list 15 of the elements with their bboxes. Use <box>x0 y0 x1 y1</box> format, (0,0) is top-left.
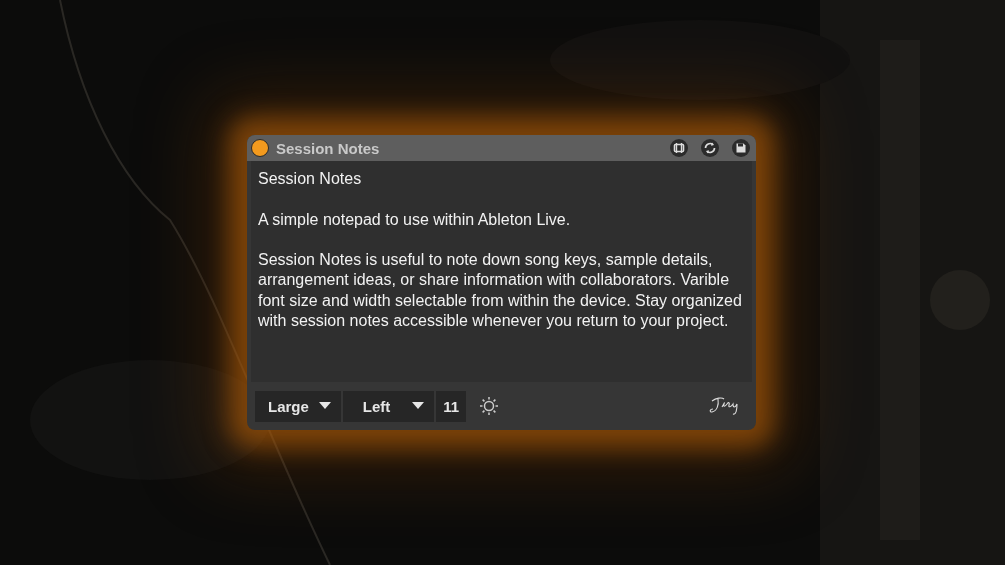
note-paragraph: Session Notes is useful to note down song keys, sample details, arrangement ideas, or share information with collaborators. Varible font size and width selectable from within the device. Stay organized with session notes accessible whenever you return to your project. <box>258 250 743 332</box>
size-dropdown[interactable]: Large <box>255 390 341 422</box>
refresh-icon[interactable] <box>700 138 720 158</box>
device-toggle[interactable] <box>251 139 269 157</box>
align-dropdown[interactable]: Left <box>342 390 435 422</box>
font-size-field[interactable]: 11 <box>436 390 467 422</box>
caret-icon <box>318 402 331 410</box>
window-title: Session Notes <box>276 139 381 157</box>
sun-icon[interactable] <box>478 395 501 417</box>
frame-icon[interactable] <box>669 138 689 158</box>
notes-text-area[interactable] <box>251 161 752 382</box>
note-paragraph: Session Notes <box>258 169 363 189</box>
caret-icon <box>412 402 425 410</box>
note-paragraph: A simple notepad to use within Ableton Live. <box>258 209 572 230</box>
save-icon[interactable] <box>731 138 751 158</box>
